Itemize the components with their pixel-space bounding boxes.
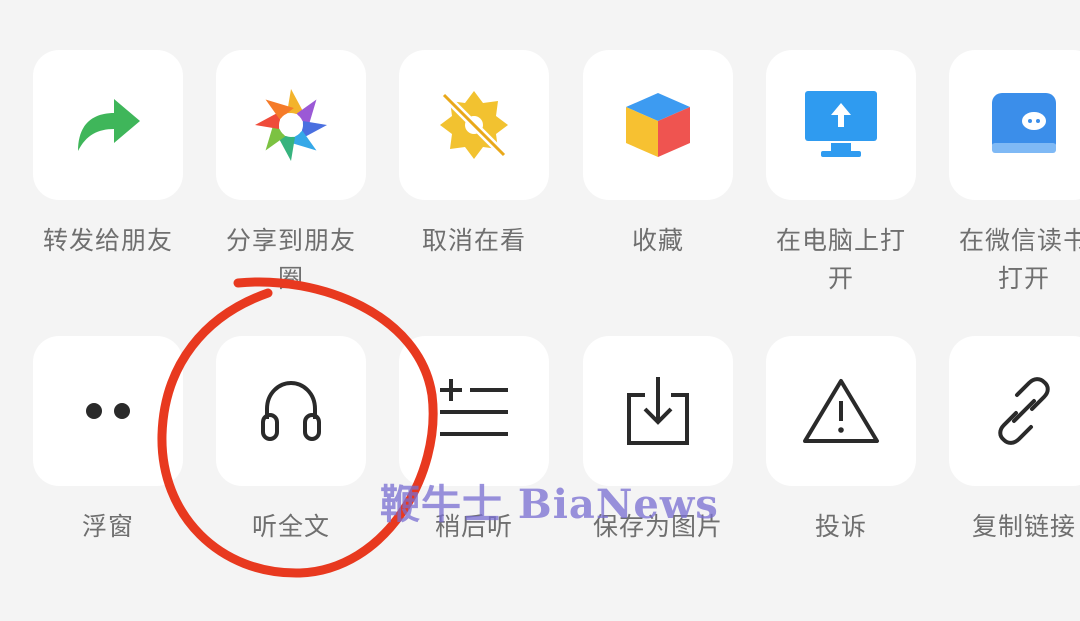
share-tile[interactable] [766, 50, 916, 200]
save-image-download-icon [627, 377, 689, 445]
watermark: 鞭牛士 BiaNews [380, 481, 719, 528]
share-item-label: 收藏 [631, 226, 684, 255]
share-item-forward-to-friend[interactable]: 转发给朋友 [33, 50, 183, 260]
share-item-moments[interactable]: 分享到朋友圈 [216, 50, 366, 298]
share-tile[interactable] [583, 336, 733, 486]
link-chain-icon [998, 377, 1050, 445]
share-tile[interactable] [216, 50, 366, 200]
share-tile[interactable] [766, 336, 916, 486]
share-tile[interactable] [399, 336, 549, 486]
share-item-label: 听全文 [251, 512, 330, 541]
share-item-label: 复制链接 [971, 512, 1076, 541]
share-item-listen-full-text[interactable]: 听全文 [216, 336, 366, 546]
share-item-floating-window[interactable]: 浮窗 [33, 336, 183, 546]
share-tile[interactable] [399, 50, 549, 200]
share-item-favorite[interactable]: 收藏 [583, 50, 733, 260]
share-tile[interactable] [33, 336, 183, 486]
share-item-label: 在电脑上打开 [775, 226, 906, 293]
weread-book-icon [992, 93, 1056, 153]
floating-window-dots-icon [86, 403, 130, 419]
share-tile[interactable] [216, 336, 366, 486]
share-item-label: 浮窗 [81, 512, 134, 541]
forward-arrow-icon [78, 99, 140, 151]
headphones-icon [261, 380, 321, 441]
share-item-cancel-wow[interactable]: 取消在看 [399, 50, 549, 260]
warning-triangle-icon [803, 379, 879, 443]
share-item-copy-link[interactable]: 复制链接 [949, 336, 1080, 546]
share-item-open-in-weread[interactable]: 在微信读书打开 [949, 50, 1080, 298]
computer-monitor-icon [805, 91, 877, 157]
share-tile[interactable] [949, 336, 1080, 486]
share-item-report[interactable]: 投诉 [766, 336, 916, 546]
share-item-label: 取消在看 [421, 226, 526, 255]
share-item-label: 转发给朋友 [42, 226, 173, 255]
share-item-label: 投诉 [814, 512, 867, 541]
favorite-cube-icon [626, 93, 690, 157]
unwow-star-icon [440, 91, 508, 159]
moments-aperture-icon [255, 89, 327, 161]
share-item-open-on-pc[interactable]: 在电脑上打开 [766, 50, 916, 298]
share-tile[interactable] [33, 50, 183, 200]
share-item-label: 在微信读书打开 [958, 226, 1080, 293]
share-tile[interactable] [949, 50, 1080, 200]
share-item-label: 分享到朋友圈 [225, 226, 356, 293]
share-tile[interactable] [583, 50, 733, 200]
listen-later-list-icon [440, 379, 508, 436]
